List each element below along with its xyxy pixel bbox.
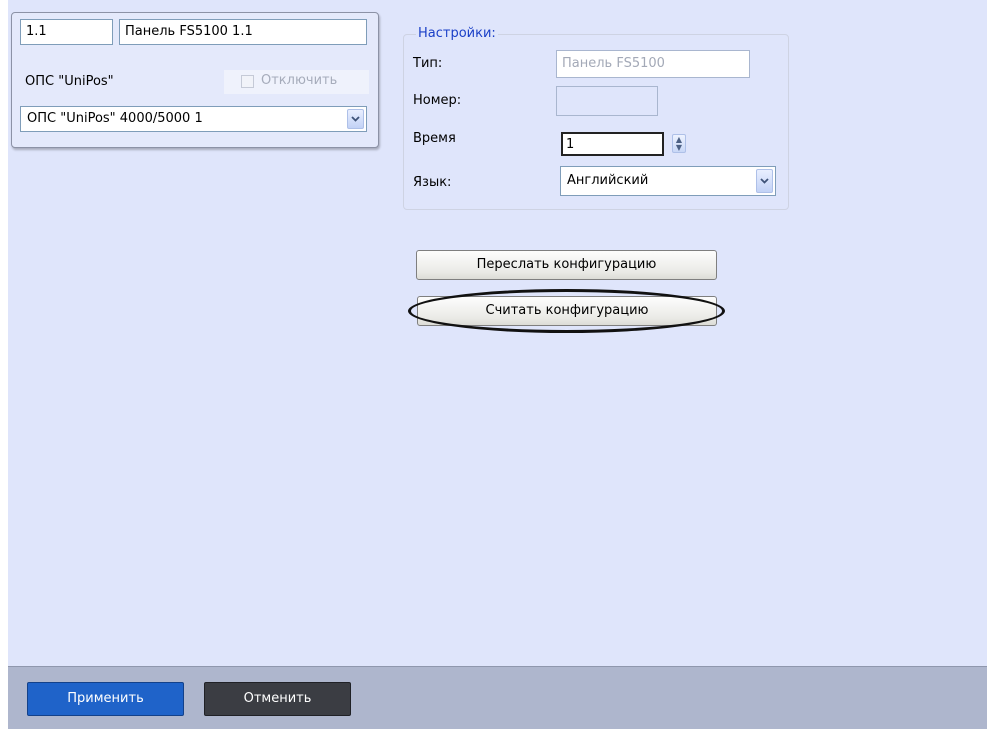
language-select[interactable]: Английский [560, 166, 776, 196]
time-label: Время [413, 131, 456, 146]
parent-object-label: ОПС "UniPos" [25, 74, 114, 89]
parent-object-select-value: ОПС "UniPos" 4000/5000 1 [27, 111, 203, 126]
spin-arrows-icon[interactable]: ▲ ▼ [672, 134, 686, 153]
highlight-ring [408, 289, 725, 333]
disable-checkbox[interactable] [241, 75, 254, 88]
cancel-button[interactable]: Отменить [204, 682, 351, 716]
disable-checkbox-label: Отключить [261, 73, 338, 88]
chevron-down-icon[interactable] [347, 109, 364, 129]
type-label: Тип: [413, 56, 443, 71]
send-config-button[interactable]: Переслать конфигурацию [416, 250, 717, 280]
number-field [556, 86, 658, 116]
parent-object-select[interactable]: ОПС "UniPos" 4000/5000 1 [20, 106, 367, 132]
disable-checkbox-area[interactable]: Отключить [224, 70, 369, 94]
time-spinner[interactable]: ▲ ▼ [665, 130, 693, 157]
apply-button[interactable]: Применить [27, 682, 184, 716]
language-select-value: Английский [567, 173, 649, 188]
number-label: Номер: [413, 93, 462, 108]
settings-group-title: Настройки: [416, 26, 498, 41]
chevron-down-icon[interactable] [756, 169, 773, 193]
device-id-field[interactable]: 1.1 [20, 19, 113, 45]
time-input[interactable]: 1 [561, 132, 664, 156]
type-field: Панель FS5100 [556, 50, 750, 78]
device-name-field[interactable]: Панель FS5100 1.1 [119, 19, 367, 45]
language-label: Язык: [413, 175, 452, 190]
